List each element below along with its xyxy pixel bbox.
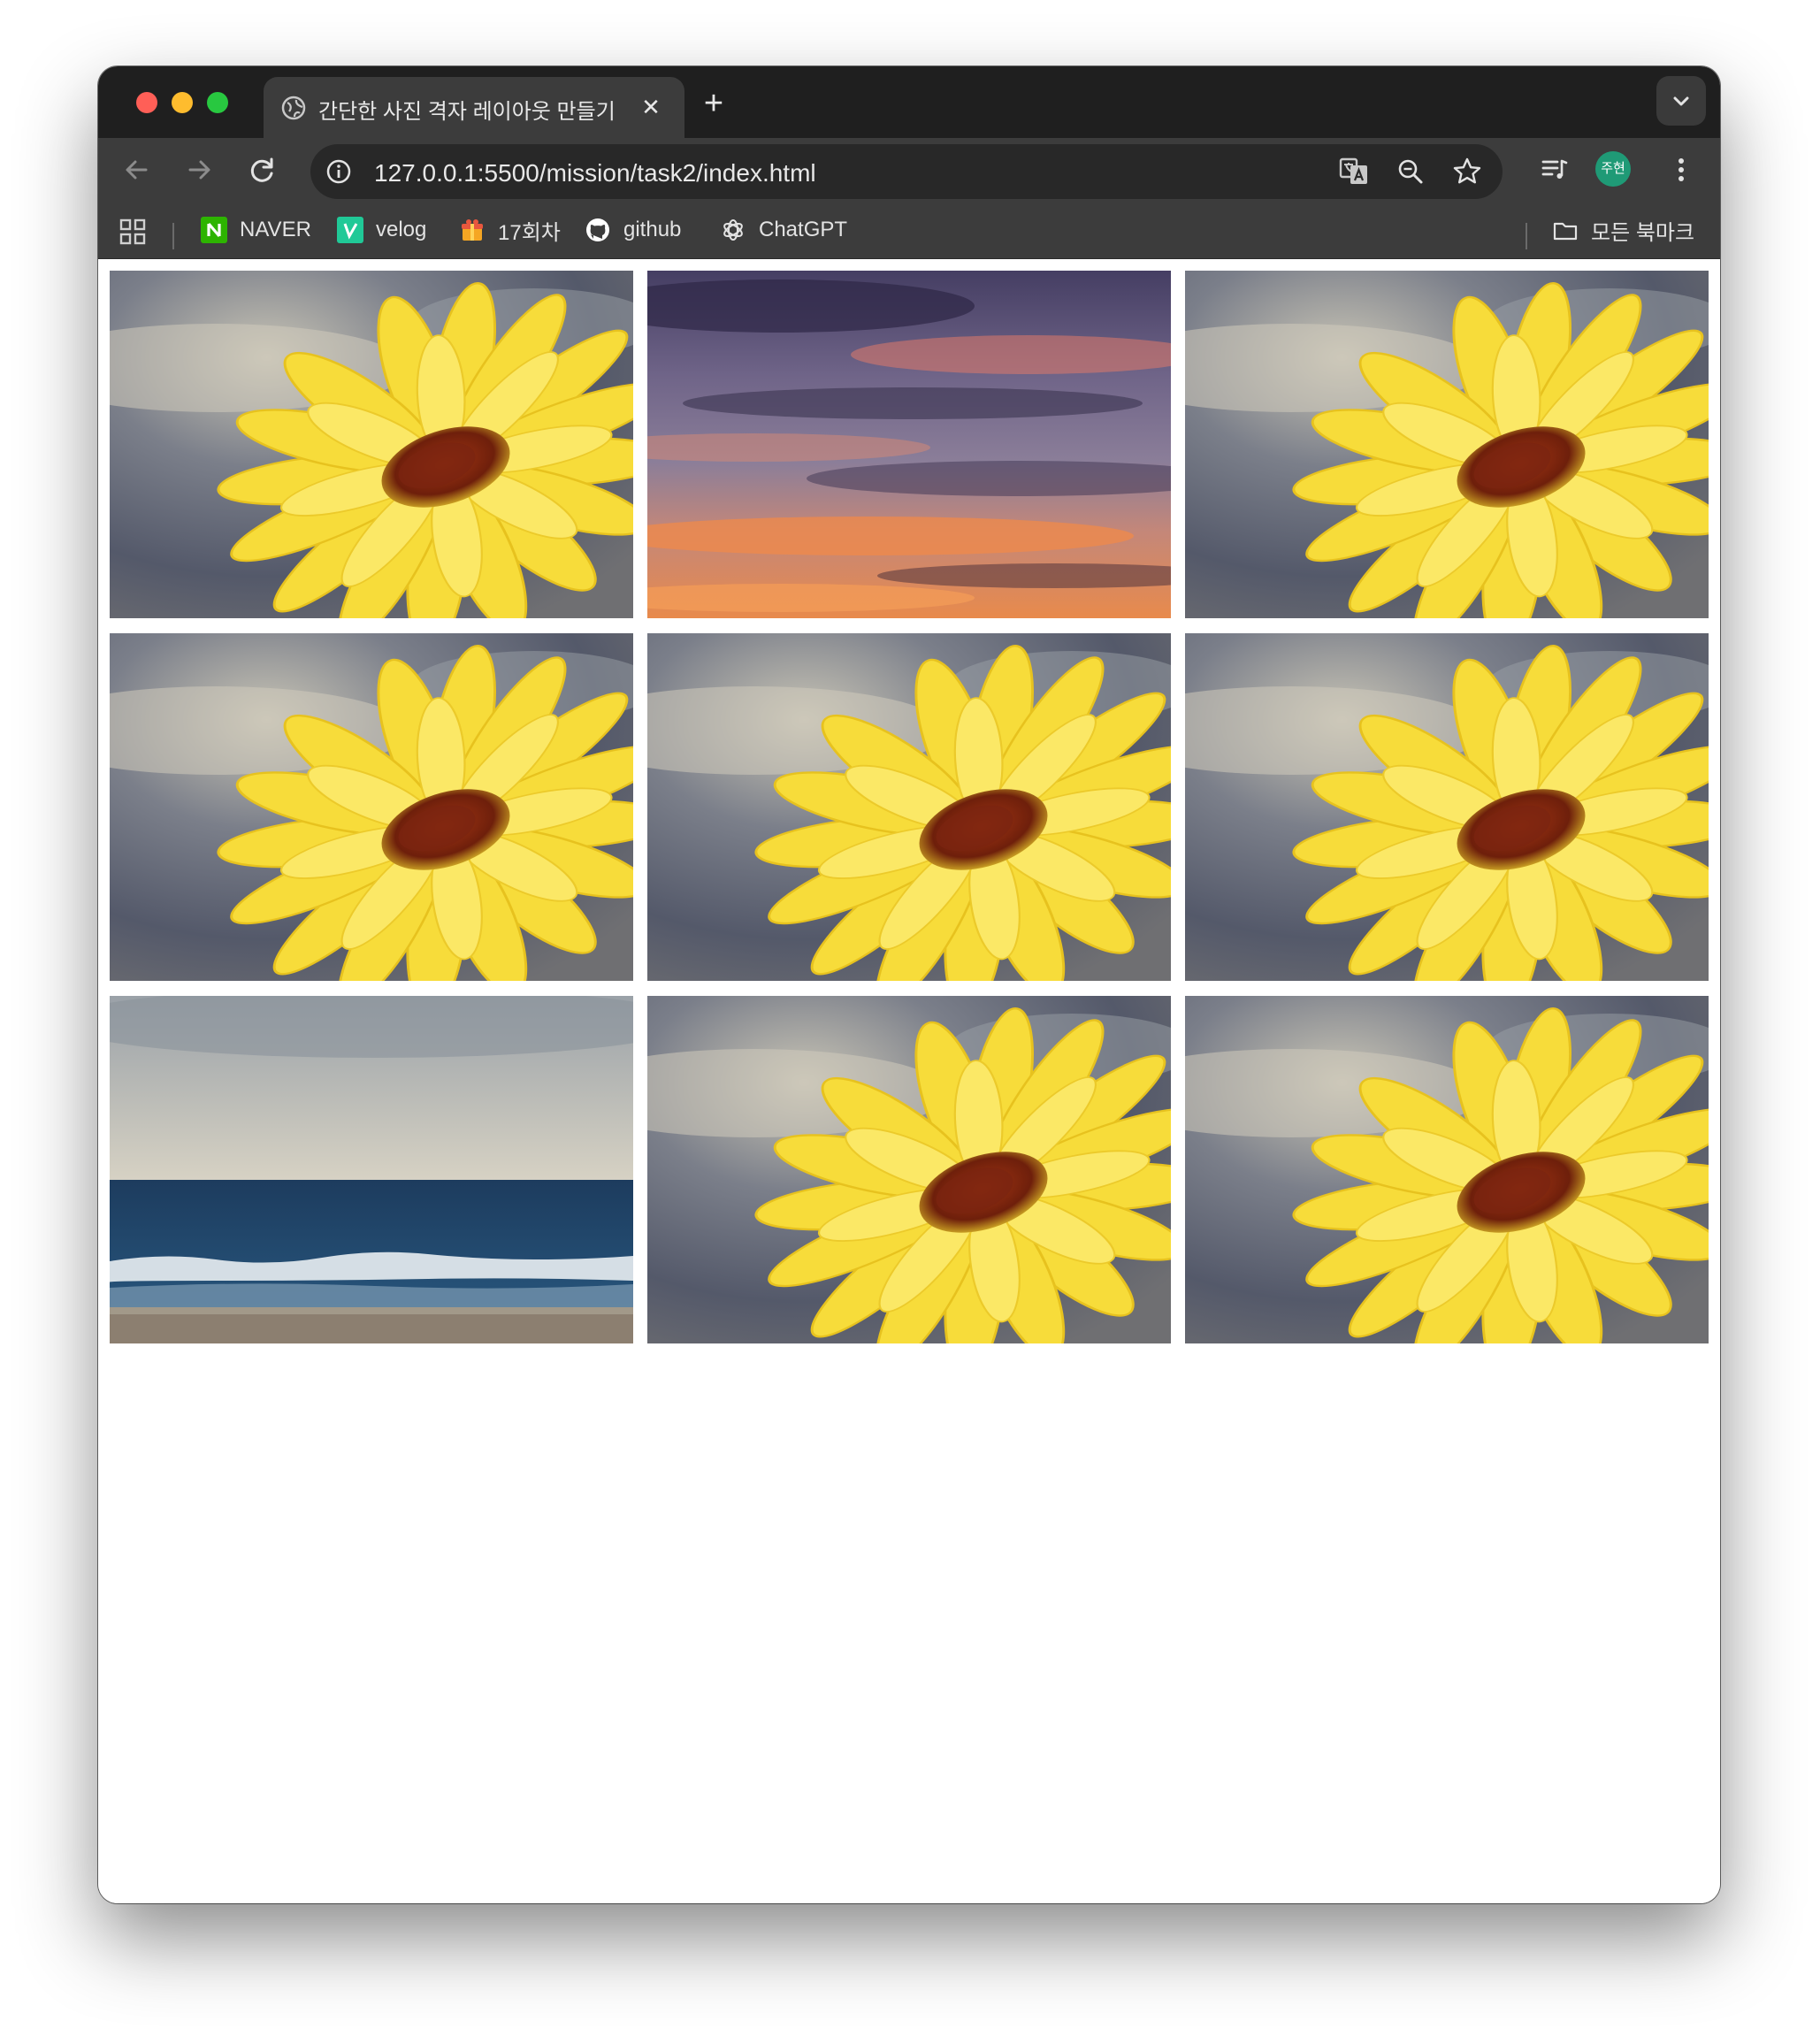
bookmark-17[interactable]: 17회차	[459, 214, 561, 246]
all-bookmarks-button[interactable]: 모든 북마크	[1552, 214, 1694, 246]
forward-icon[interactable]	[178, 149, 220, 191]
photo-flower	[1185, 996, 1709, 1343]
tab-search-button[interactable]	[1656, 76, 1706, 126]
bookmarks-bar: NAVER velog 17회차 github ChatGPT 모든 북마크	[98, 202, 1720, 259]
photo-grid	[110, 271, 1709, 1343]
zoom-out-icon[interactable]	[1393, 154, 1428, 189]
browser-window: 간단한 사진 격자 레이아웃 만들기 ✕ + 127.0.0.1:5500/mi…	[98, 66, 1720, 1903]
photo-ocean-beach	[110, 996, 633, 1343]
page-content	[98, 259, 1720, 1903]
star-icon[interactable]	[1449, 154, 1485, 189]
maximize-window-button[interactable]	[207, 92, 228, 113]
velog-icon	[337, 217, 363, 243]
url-text[interactable]: 127.0.0.1:5500/mission/task2/index.html	[374, 159, 816, 188]
photo-flower	[1185, 271, 1709, 618]
photo-flower	[647, 633, 1171, 981]
tab-active[interactable]: 간단한 사진 격자 레이아웃 만들기 ✕	[264, 77, 684, 138]
bookmark-naver[interactable]: NAVER	[201, 214, 311, 246]
bookmark-label: velog	[376, 218, 427, 241]
address-bar[interactable]: 127.0.0.1:5500/mission/task2/index.html	[310, 144, 1503, 199]
new-tab-button[interactable]: +	[696, 86, 731, 121]
toolbar: 127.0.0.1:5500/mission/task2/index.html …	[98, 138, 1720, 202]
bookmark-label: NAVER	[240, 218, 311, 241]
back-icon[interactable]	[116, 149, 158, 191]
all-bookmarks-label: 모든 북마크	[1591, 220, 1695, 245]
tab-strip: 간단한 사진 격자 레이아웃 만들기 ✕ +	[98, 66, 1720, 138]
chatgpt-icon	[723, 219, 743, 241]
bookmarks-separator	[172, 223, 174, 249]
github-icon	[586, 218, 609, 241]
close-window-button[interactable]	[136, 92, 157, 113]
avatar[interactable]: 주현	[1595, 151, 1631, 187]
photo-flower	[110, 271, 633, 618]
photo-sunset-sky	[647, 271, 1171, 618]
tab-title: 간단한 사진 격자 레이아웃 만들기	[318, 100, 616, 124]
folder-icon	[1553, 222, 1578, 241]
photo-flower	[647, 996, 1171, 1343]
reload-icon[interactable]	[241, 149, 284, 191]
bookmark-chatgpt[interactable]: ChatGPT	[720, 214, 847, 246]
translate-icon[interactable]	[1336, 154, 1372, 189]
bookmark-label: 17회차	[498, 220, 561, 245]
more-menu-icon[interactable]	[1660, 149, 1702, 191]
bookmark-label: ChatGPT	[759, 218, 848, 241]
globe-icon	[281, 96, 306, 120]
chevron-down-icon	[1673, 96, 1689, 106]
bookmark-velog[interactable]: velog	[337, 214, 426, 246]
photo-flower	[1185, 633, 1709, 981]
media-control-icon[interactable]	[1533, 149, 1575, 191]
bookmark-label: github	[623, 218, 682, 241]
naver-icon	[201, 217, 227, 243]
site-info-icon[interactable]	[321, 154, 356, 189]
tab-close-icon[interactable]: ✕	[635, 91, 667, 123]
gift-icon	[462, 219, 483, 241]
bookmark-github[interactable]: github	[585, 214, 681, 246]
apps-grid-icon[interactable]	[118, 217, 148, 247]
minimize-window-button[interactable]	[172, 92, 193, 113]
photo-flower	[110, 633, 633, 981]
bookmarks-separator	[1526, 223, 1527, 249]
